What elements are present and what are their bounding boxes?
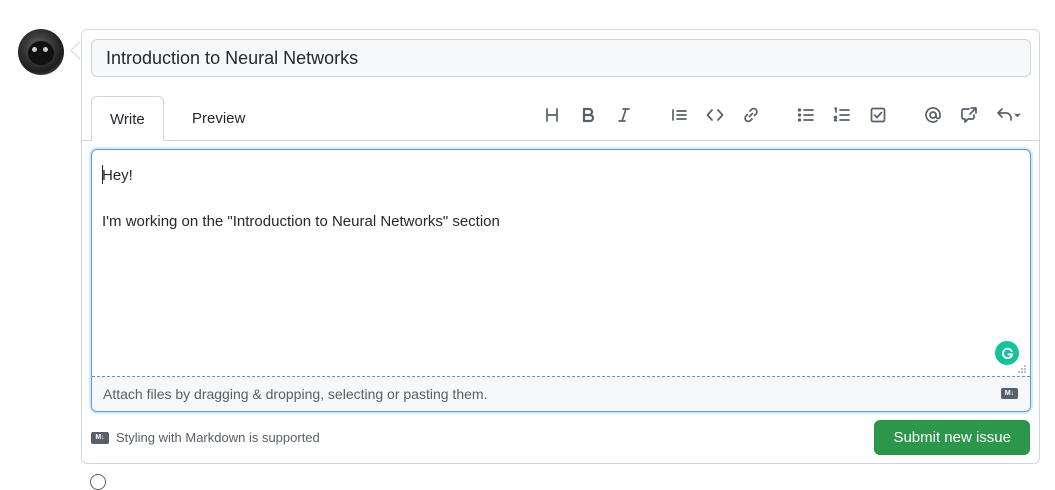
tab-preview[interactable]: Preview xyxy=(174,96,263,140)
reply-icon[interactable] xyxy=(991,101,1027,129)
editor-content[interactable]: Hey! ​ I'm working on the "Introduction to… xyxy=(102,164,500,233)
issue-title-input[interactable]: Introduction to Neural Networks xyxy=(91,39,1031,77)
quote-icon[interactable] xyxy=(665,101,693,129)
submit-new-issue-button[interactable]: Submit new issue xyxy=(874,420,1030,455)
text-caret xyxy=(102,165,103,184)
link-icon[interactable] xyxy=(737,101,765,129)
editor-line: Hey! xyxy=(102,167,133,184)
mention-icon[interactable] xyxy=(919,101,947,129)
heading-icon[interactable] xyxy=(538,101,566,129)
avatar[interactable] xyxy=(18,29,64,75)
unordered-list-icon[interactable] xyxy=(792,101,820,129)
partial-icon xyxy=(90,474,106,490)
code-icon[interactable] xyxy=(701,101,729,129)
markdown-note-text: Styling with Markdown is supported xyxy=(116,430,320,445)
markdown-icon: M↓ xyxy=(1001,388,1018,399)
reference-icon[interactable] xyxy=(955,101,983,129)
ordered-list-icon[interactable] xyxy=(828,101,856,129)
new-issue-form: Introduction to Neural Networks Write Pr… xyxy=(81,29,1040,464)
comment-editor[interactable]: Hey! ​ I'm working on the "Introduction to… xyxy=(91,149,1031,412)
editor-line: I'm working on the "Introduction to Neur… xyxy=(102,213,500,230)
attach-files-bar[interactable]: Attach files by dragging & dropping, sel… xyxy=(92,376,1030,411)
tab-write[interactable]: Write xyxy=(91,96,164,141)
grammarly-icon[interactable] xyxy=(995,341,1019,365)
italic-icon[interactable] xyxy=(610,101,638,129)
bold-icon[interactable] xyxy=(574,101,602,129)
attach-files-text: Attach files by dragging & dropping, sel… xyxy=(103,386,488,402)
editor-line: ​ xyxy=(102,187,500,210)
markdown-support-note[interactable]: M↓ Styling with Markdown is supported xyxy=(91,430,320,445)
markdown-icon: M↓ xyxy=(91,431,109,444)
resize-grip-icon[interactable] xyxy=(1017,364,1027,374)
task-list-icon[interactable] xyxy=(864,101,892,129)
